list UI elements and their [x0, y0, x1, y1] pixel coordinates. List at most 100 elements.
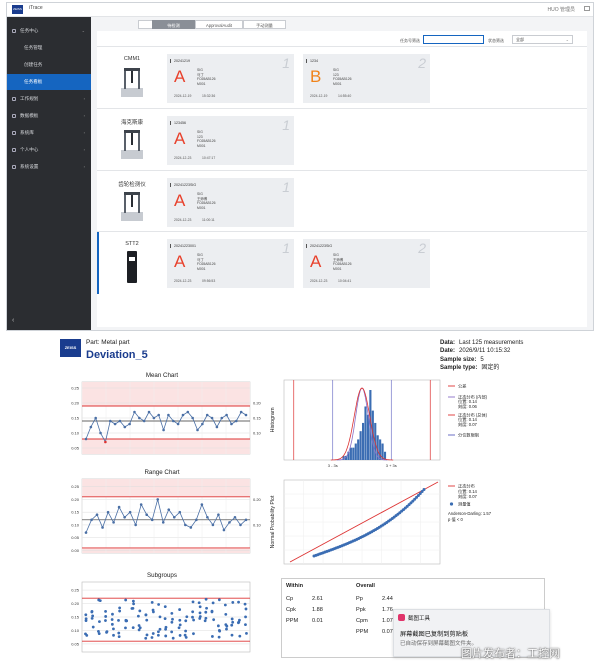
data-point [204, 597, 208, 601]
card-info: SIG 王师傅 FC65AB126 M001 [333, 253, 351, 271]
chevron-down-icon: ⌄ [565, 37, 569, 42]
toast-line1: 屏幕截图已复制到剪贴板 [400, 631, 469, 638]
data-point [198, 611, 202, 615]
data-point [178, 618, 182, 622]
y2-tick-label: 0.20 [253, 401, 262, 406]
data-point [210, 416, 214, 420]
task-filter-input[interactable] [423, 35, 484, 44]
mean-chart: 0.25 0.20 0.15 0.10 0.05 0.20 0.15 0.10 [71, 381, 262, 455]
data-point [191, 610, 195, 614]
data-point [117, 618, 120, 622]
histogram-bar [357, 439, 360, 460]
data-point [145, 513, 148, 517]
data-point [170, 611, 174, 615]
task-icon [12, 29, 16, 33]
data-point [144, 613, 148, 617]
data-point [118, 419, 122, 423]
data-point [216, 624, 220, 628]
data-point [97, 598, 101, 602]
data-point [94, 416, 97, 420]
y2-tick-label: 0.10 [253, 431, 262, 436]
data-point [138, 626, 142, 630]
legend-label: 分位数限制 [458, 432, 479, 439]
lower-out-zone [82, 439, 250, 454]
task-filter-label: 任务号筛选 [400, 38, 420, 43]
card-time: 09:56:53 [202, 279, 216, 283]
within-stat-label: Cpk [286, 607, 296, 613]
card-info: SIG 王师傅 FC65AB126 M001 [197, 192, 215, 210]
card-info-line: M001 [333, 81, 342, 86]
status-filter-select[interactable]: 全部 ⌄ [512, 35, 573, 44]
chevron-right-icon: › [83, 147, 85, 152]
meta-line: Sample size: 5 [440, 356, 523, 364]
y-tick-label: 0.15 [71, 510, 80, 515]
sidebar-item-2[interactable]: 创建任务 [7, 57, 91, 73]
sidebar-item-4[interactable]: 工作规划 › [7, 91, 91, 107]
data-point [170, 620, 174, 624]
card-time: 11:00:11 [202, 218, 215, 222]
sidebar-item-8[interactable]: 系统设置 › [7, 159, 91, 175]
y-tick-label: 0.10 [71, 431, 80, 436]
sidebar-item-7[interactable]: 个人中心 › [7, 142, 91, 158]
data-point [205, 413, 209, 417]
settings-icon [12, 165, 16, 169]
sidebar-item-1[interactable]: 任务管理 [7, 40, 91, 56]
data-point [145, 618, 149, 622]
data-point [231, 601, 235, 604]
sidebar-item-0[interactable]: 任务中心 ⌄ [7, 23, 91, 39]
meta-value: 固定的 [481, 364, 500, 371]
data-point [204, 616, 208, 620]
task-card[interactable]: 20241223SIG 2 A SIG 王师傅 FC65AB126 M001 2024-12-… [303, 239, 430, 288]
data-point [211, 635, 214, 638]
meta-line: Sample type: 固定的 [440, 364, 523, 372]
sidebar-item-5[interactable]: 数据模板 › [7, 108, 91, 124]
sidebar-item-label: 工作规划 [20, 96, 39, 101]
collapse-sidebar-icon[interactable]: ‹ [12, 317, 14, 324]
data-point [112, 521, 115, 524]
chevron-right-icon: › [83, 164, 85, 169]
upper-out-zone [82, 382, 250, 406]
tab-approval-audit[interactable]: ApprovalAudit [195, 20, 243, 29]
card-index: 2 [418, 240, 426, 256]
y-tick-label: 0.00 [71, 548, 80, 553]
sidebar-item-3[interactable]: 任务看板 [7, 74, 91, 90]
data-point [128, 422, 131, 426]
sidebar-item-6[interactable]: 系统库 › [7, 125, 91, 141]
window-control-icon[interactable] [584, 6, 590, 11]
machine-name: CMM1 [123, 56, 141, 62]
data-point [222, 528, 226, 532]
data-point [110, 618, 114, 621]
data-point [225, 413, 228, 417]
data-point [164, 627, 167, 631]
task-card[interactable]: 1234 2 B SIG 123 FC65AB126 M001 2024-12-19 14:55… [303, 54, 430, 103]
task-card[interactable]: 20241223SIG 1 A SIG 王师傅 FC65AB126 M001 2024-12-… [167, 178, 294, 227]
task-id: 20241223SIG [310, 244, 333, 248]
data-point [191, 600, 195, 604]
tab-manual-measure[interactable]: 手动测量 [243, 20, 286, 29]
data-point [158, 615, 162, 619]
grade-letter: A [310, 252, 322, 271]
task-card[interactable]: 123456 1 A SIG 123 FC65AB126 M001 2024-12-23 10:… [167, 116, 294, 165]
grade-letter: B [310, 67, 322, 86]
task-card[interactable]: 20241223001 1 A SIG 马丁 FC65AB126 M001 2024-12-2… [167, 239, 294, 288]
card-bar [170, 244, 171, 248]
app-title: iTrace [29, 5, 43, 11]
report-meta: Data: Last 125 measurements Date: 2026/9/11… [440, 339, 523, 372]
task-card[interactable]: 20241219 1 A SIG 马丁 FC65AB126 M001 2024-12-19 15… [167, 54, 294, 103]
tab-pending[interactable]: 待检测 [152, 20, 195, 29]
overall-stat-label: Pp [356, 596, 363, 602]
upper-out-zone [82, 479, 250, 497]
plan-icon [12, 97, 16, 101]
data-point [104, 615, 108, 618]
task-id: 20241219 [174, 59, 190, 63]
histogram-legend: 公差正态分布 (内部)正态分布 (总体)分位数限制位置: 0.14刻度: 0.0… [448, 383, 488, 439]
user-menu[interactable]: HUO 管理员 [547, 6, 575, 13]
sidebar-item-label: 创建任务 [24, 62, 43, 67]
data-point [184, 629, 188, 633]
histogram-bar [359, 431, 362, 460]
data-point [223, 603, 227, 607]
data-point [224, 623, 228, 627]
snipping-tool-icon [398, 614, 405, 621]
data-point [217, 513, 220, 517]
data-point [104, 610, 107, 613]
